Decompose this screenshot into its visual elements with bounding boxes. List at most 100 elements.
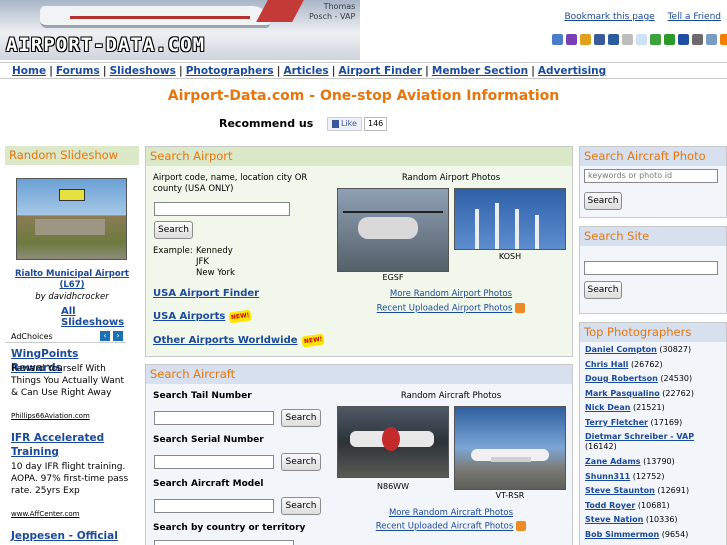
nav-item-articles[interactable]: Articles xyxy=(284,65,329,77)
nav-item-home[interactable]: Home xyxy=(12,65,46,77)
reddit-icon[interactable] xyxy=(636,34,647,45)
country-select[interactable] xyxy=(154,540,294,545)
all-slideshows-link[interactable]: All Slideshows xyxy=(61,306,139,328)
facebook-icon[interactable] xyxy=(594,34,605,45)
slideshow-photo[interactable] xyxy=(16,178,127,260)
nav-separator: | xyxy=(425,65,429,77)
airport-search-button[interactable]: Search xyxy=(154,221,193,239)
adchoices-label[interactable]: AdChoices xyxy=(11,331,53,342)
digg-icon[interactable] xyxy=(608,34,619,45)
photographer-link[interactable]: Bob Simmermon xyxy=(585,530,659,539)
photographer-link[interactable]: Nick Dean xyxy=(585,403,630,412)
nav-separator: | xyxy=(276,65,281,77)
ad-title-link[interactable]: Jeppesen - Official Store xyxy=(11,529,129,545)
photographer-count: (21521) xyxy=(633,403,665,412)
nav-item-slideshows[interactable]: Slideshows xyxy=(110,65,176,77)
usa-airport-finder-link[interactable]: USA Airport Finder xyxy=(153,288,259,299)
nav-separator: | xyxy=(531,65,535,77)
ad-url-link[interactable]: www.AffCenter.com xyxy=(11,509,79,520)
ad-url-link[interactable]: Phillips66Aviation.com xyxy=(11,411,90,422)
random-aircraft-photos-title: Random Aircraft Photos xyxy=(400,391,502,401)
photographer-link[interactable]: Steve Nation xyxy=(585,515,643,524)
facebook-like-button[interactable]: Like xyxy=(327,117,362,131)
example-label: Example: xyxy=(153,246,193,256)
tail-number-search-button[interactable]: Search xyxy=(281,409,321,427)
serial-number-input[interactable] xyxy=(154,455,274,469)
aircraft-model-input[interactable] xyxy=(154,499,274,513)
myspace-icon[interactable] xyxy=(692,34,703,45)
stumbleupon-icon[interactable] xyxy=(650,34,661,45)
ad-prev-icon[interactable]: ‹ xyxy=(100,331,110,341)
site-search-input[interactable] xyxy=(584,261,718,275)
google-icon[interactable] xyxy=(552,34,563,45)
photographer-count: (12752) xyxy=(632,471,665,481)
usa-airports-link[interactable]: USA Airports xyxy=(153,311,225,322)
site-search-button[interactable]: Search xyxy=(584,281,622,299)
site-logo[interactable]: AIRPORT-DATA.COM Thomas Posch - VAP xyxy=(0,0,360,60)
recent-aircraft-photos-link[interactable]: Recent Uploaded Aircraft Photos xyxy=(376,522,514,532)
more-random-aircraft-photos-link[interactable]: More Random Aircraft Photos xyxy=(336,508,566,519)
airport-photo-1[interactable] xyxy=(337,188,449,272)
photo-search-button[interactable]: Search xyxy=(584,192,622,210)
search-aircraft-photo-box: Search Aircraft Photo keywords or photo … xyxy=(579,146,727,218)
delicious-icon[interactable] xyxy=(622,34,633,45)
other-airports-worldwide-link[interactable]: Other Airports Worldwide xyxy=(153,335,298,346)
aircraft-model-search-button[interactable]: Search xyxy=(281,497,321,515)
tail-number-input[interactable] xyxy=(154,411,274,425)
delicious-squares-icon[interactable] xyxy=(678,34,689,45)
photographer-count: (24530) xyxy=(660,374,693,383)
nav-separator: | xyxy=(178,65,183,77)
photo-search-input[interactable]: keywords or photo id xyxy=(584,169,718,183)
rss-icon[interactable] xyxy=(515,303,526,313)
aircraft-model-label: Search Aircraft Model xyxy=(153,479,264,489)
smoke-trail xyxy=(515,209,519,249)
photographer-link[interactable]: Mark Pasqualino xyxy=(585,389,660,398)
recent-airport-photos-link[interactable]: Recent Uploaded Airport Photos xyxy=(377,304,513,314)
aircraft-photo-1-caption: N86WW xyxy=(377,482,409,491)
aircraft-photo-2[interactable] xyxy=(454,406,566,490)
facebook-icon xyxy=(332,119,339,128)
search-aircraft-photo-title: Search Aircraft Photo xyxy=(580,147,726,166)
nav-item-advertising[interactable]: Advertising xyxy=(538,65,606,77)
tail-number-label: Search Tail Number xyxy=(153,391,252,401)
tell-friend-link[interactable]: Tell a Friend xyxy=(668,12,721,22)
photographer-row: Doug Robertson (24530) xyxy=(585,374,725,384)
ad-title-link[interactable]: IFR Accelerated Training xyxy=(11,431,129,459)
photographer-link[interactable]: Shunn311 xyxy=(585,472,630,481)
share-icon[interactable] xyxy=(706,34,717,45)
photographer-link[interactable]: Zane Adams xyxy=(585,457,641,466)
blogger-icon[interactable] xyxy=(720,34,727,45)
photographer-link[interactable]: Chris Hall xyxy=(585,360,628,369)
technorati-icon[interactable] xyxy=(664,34,675,45)
search-airport-title: Search Airport xyxy=(146,147,572,166)
more-random-airport-photos-link[interactable]: More Random Airport Photos xyxy=(336,289,566,300)
jet-wing xyxy=(491,457,531,462)
serial-number-search-button[interactable]: Search xyxy=(281,453,321,471)
rss-icon[interactable] xyxy=(516,521,527,531)
photographer-link[interactable]: Steve Staunton xyxy=(585,486,655,495)
aircraft-photo-1[interactable] xyxy=(337,406,449,478)
nav-item-airport-finder[interactable]: Airport Finder xyxy=(338,65,422,77)
random-airport-photos-title: Random Airport Photos xyxy=(401,173,501,183)
windows-icon[interactable] xyxy=(580,34,591,45)
airport-photo-2[interactable] xyxy=(454,188,566,250)
photographer-link[interactable]: Terry Fletcher xyxy=(585,418,648,427)
photographer-link[interactable]: Dietmar Schreiber - VAP xyxy=(585,432,694,441)
nav-item-member-section[interactable]: Member Section xyxy=(432,65,528,77)
slideshow-caption-link[interactable]: Rialto Municipal Airport (L67) xyxy=(5,269,139,291)
airport-search-input[interactable] xyxy=(154,202,290,216)
bookmark-link[interactable]: Bookmark this page xyxy=(564,12,654,22)
photographer-count: (13790) xyxy=(643,457,675,466)
photographer-row: Nick Dean (21521) xyxy=(585,403,725,413)
photographer-link[interactable]: Todd Royer xyxy=(585,501,635,510)
top-links: Bookmark this page Tell a Friend xyxy=(554,12,721,22)
helicopter-rotor xyxy=(343,211,443,213)
ad-next-icon[interactable]: › xyxy=(113,331,123,341)
nav-item-photographers[interactable]: Photographers xyxy=(186,65,274,77)
search-site-title: Search Site xyxy=(580,227,726,246)
photographer-link[interactable]: Daniel Compton xyxy=(585,345,657,354)
yahoo-icon[interactable] xyxy=(566,34,577,45)
nav-item-forums[interactable]: Forums xyxy=(56,65,100,77)
photographer-link[interactable]: Doug Robertson xyxy=(585,374,658,383)
other-airports-row: Other Airports Worldwide NEW! xyxy=(153,333,325,348)
